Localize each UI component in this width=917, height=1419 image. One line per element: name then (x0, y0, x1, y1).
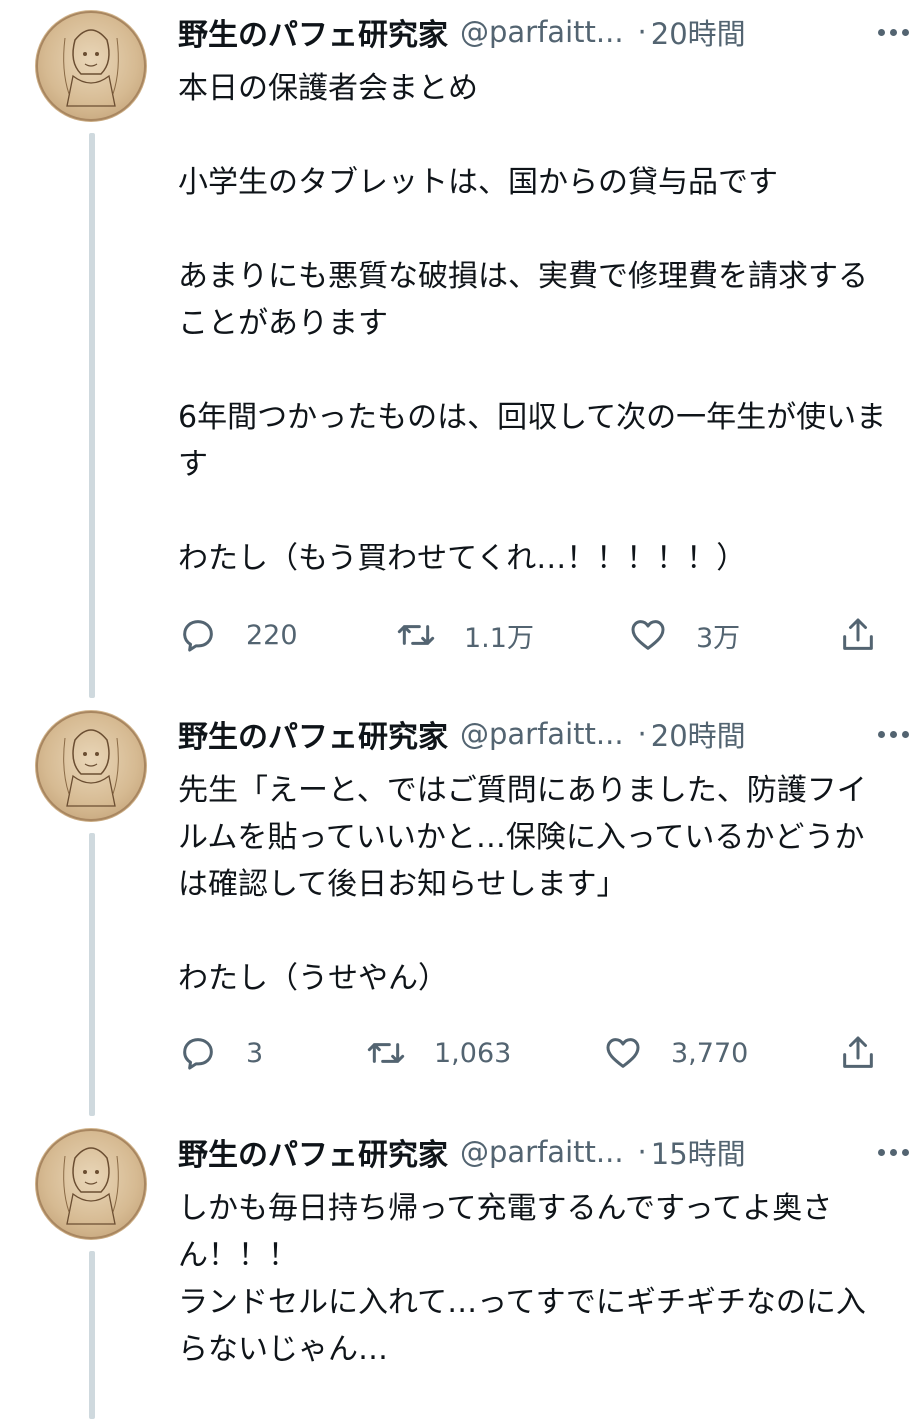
separator-dot: · (637, 15, 647, 49)
heart-icon (606, 1038, 640, 1068)
avatar-illustration-icon (36, 1129, 146, 1239)
share-icon (843, 618, 873, 650)
timestamp[interactable]: 15時間 (651, 1131, 746, 1173)
tweet-text: 本日の保護者会まとめ 小学生のタブレットは、国からの貸与品です あまりにも悪質な… (178, 71, 887, 576)
author-name[interactable]: 野生のパフェ研究家 (178, 712, 448, 756)
timestamp[interactable]: 20時間 (651, 11, 746, 53)
avatar[interactable] (35, 10, 147, 122)
author-handle[interactable]: @parfaitt... (460, 717, 624, 751)
tweet-text: 先生「えーと、ではご質問にありました、防護フイルムを貼っていいかと…保険に入って… (178, 773, 867, 996)
tweet[interactable]: 野生のパフェ研究家 @parfaitt... · 20時間 先生「えーと、ではご… (0, 700, 917, 1118)
author-name[interactable]: 野生のパフェ研究家 (178, 10, 448, 54)
tweet[interactable]: 野生のパフェ研究家 @parfaitt... · 15時間 しかも毎日持ち帰って… (0, 1118, 917, 1419)
like-count: 3万 (696, 622, 741, 654)
author-handle[interactable]: @parfaitt... (460, 15, 624, 49)
share-button[interactable] (838, 1031, 878, 1075)
share-icon (843, 1036, 873, 1068)
more-horizontal-icon[interactable] (878, 1130, 909, 1174)
like-button[interactable]: 3万 (628, 613, 740, 657)
avatar-illustration-icon (36, 711, 146, 821)
author-name[interactable]: 野生のパフェ研究家 (178, 1130, 448, 1174)
like-button[interactable]: 3,770 (603, 1031, 748, 1075)
reply-button[interactable]: 3 (178, 1031, 263, 1075)
like-count: 3,770 (671, 1037, 749, 1069)
retweet-button[interactable]: 1,063 (366, 1031, 511, 1075)
retweet-button[interactable]: 1.1万 (396, 613, 534, 657)
retweet-count: 1.1万 (464, 622, 534, 654)
tweet-header: 野生のパフェ研究家 @parfaitt... · 15時間 (178, 1130, 887, 1174)
reply-icon (183, 620, 213, 652)
reply-count: 220 (246, 619, 298, 651)
separator-dot: · (637, 1135, 647, 1169)
tweet-actions: 3 1,063 3,770 (178, 1031, 888, 1075)
timestamp[interactable]: 20時間 (651, 713, 746, 755)
more-horizontal-icon[interactable] (878, 10, 909, 54)
retweet-icon (367, 1043, 405, 1063)
avatar-illustration-icon (36, 11, 146, 121)
avatar[interactable] (35, 1128, 147, 1240)
reply-button[interactable]: 220 (178, 613, 298, 657)
share-button[interactable] (838, 613, 878, 657)
avatar[interactable] (35, 710, 147, 822)
tweet-header: 野生のパフェ研究家 @parfaitt... · 20時間 (178, 712, 887, 756)
tweet-header: 野生のパフェ研究家 @parfaitt... · 20時間 (178, 10, 887, 54)
retweet-icon (397, 625, 435, 645)
tweet-text: しかも毎日持ち帰って充電するんですってよ奥さん！！！ ランドセルに入れて…ってす… (178, 1191, 866, 1367)
reply-icon (183, 1038, 213, 1070)
separator-dot: · (637, 717, 647, 751)
retweet-count: 1,063 (434, 1037, 512, 1069)
more-horizontal-icon[interactable] (878, 712, 909, 756)
tweet-actions: 220 1.1万 3万 (178, 613, 888, 657)
heart-icon (631, 620, 665, 650)
author-handle[interactable]: @parfaitt... (460, 1135, 624, 1169)
tweet[interactable]: 野生のパフェ研究家 @parfaitt... · 20時間 本日の保護者会まとめ… (0, 0, 917, 700)
reply-count: 3 (246, 1037, 264, 1069)
